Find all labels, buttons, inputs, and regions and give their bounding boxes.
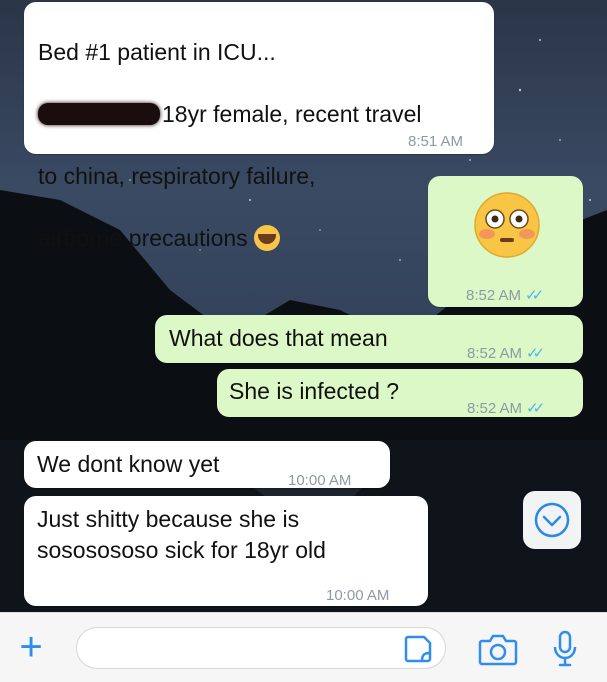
incoming-message-1[interactable]: Bed #1 patient in ICU... 18yr female, re… <box>24 2 494 251</box>
message-meta: 8:51 AM <box>408 126 463 157</box>
camera-icon[interactable] <box>478 632 518 666</box>
message-meta: 8:52 AM ✓✓ <box>467 393 545 424</box>
message-text: What does that mean <box>169 325 388 351</box>
message-line-2-text: 18yr female, recent travel <box>162 101 422 127</box>
double-check-icon: ✓✓ <box>525 287 544 304</box>
mic-icon[interactable] <box>552 630 578 668</box>
crying-face-icon <box>253 225 280 251</box>
message-meta: 10:00 AM <box>288 465 351 496</box>
flushed-face-icon <box>474 192 540 258</box>
outgoing-message-2[interactable]: 8:52 AM ✓✓ <box>428 176 583 307</box>
incoming-message-6[interactable]: Just shitty because she is sososososo si… <box>24 496 428 606</box>
sticker-icon[interactable] <box>402 633 434 665</box>
message-text: She is infected ? <box>229 378 400 404</box>
outgoing-message-4[interactable]: She is infected ? 8:52 AM ✓✓ <box>217 369 583 417</box>
chevron-down-circle-icon <box>534 502 570 538</box>
message-time: 8:52 AM <box>467 400 523 417</box>
message-time: 10:00 AM <box>288 472 352 489</box>
message-time: 8:52 AM <box>466 287 522 304</box>
scroll-to-bottom-button[interactable] <box>523 491 581 549</box>
outgoing-message-3[interactable]: What does that mean 8:52 AM ✓✓ <box>155 315 583 363</box>
double-check-icon: ✓✓ <box>526 345 545 362</box>
message-line-4: airborne precautions <box>38 223 482 254</box>
message-time: 8:52 AM <box>467 345 523 362</box>
incoming-message-5[interactable]: We dont know yet 10:00 AM <box>24 441 390 489</box>
message-line-1: Bed #1 patient in ICU... <box>38 39 276 65</box>
message-time: 10:00 AM <box>326 587 390 604</box>
message-input[interactable] <box>76 627 446 669</box>
compose-bar: + <box>0 612 607 682</box>
message-meta: 8:52 AM ✓✓ <box>466 280 544 311</box>
message-text: Just shitty because she is sososososo si… <box>37 506 326 563</box>
message-line-3: to china, respiratory failure, <box>38 163 316 189</box>
message-meta: 8:52 AM ✓✓ <box>467 338 545 369</box>
message-line-4-text: airborne precautions <box>38 225 248 251</box>
message-time: 8:51 AM <box>408 133 464 150</box>
message-text: We dont know yet <box>37 451 220 477</box>
double-check-icon: ✓✓ <box>526 400 545 417</box>
plus-icon[interactable]: + <box>14 627 48 667</box>
redacted-name-block <box>38 103 160 125</box>
message-meta: 10:00 AM <box>326 580 389 611</box>
